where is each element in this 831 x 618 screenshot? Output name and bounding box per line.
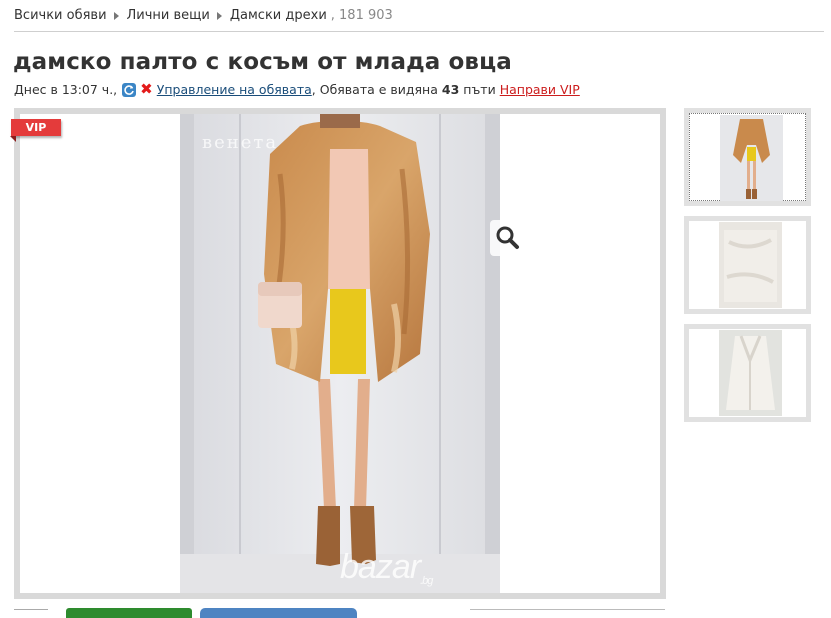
watermark-brand-text: bazar	[340, 548, 421, 586]
magnifier-icon[interactable]	[490, 220, 526, 256]
vip-badge: VIP	[10, 119, 61, 142]
page-title: дамско палто с косъм от млада овца	[13, 49, 512, 75]
breadcrumb-arrow-icon	[216, 11, 222, 20]
coat-photo-illustration	[180, 114, 500, 593]
thumbnail-3[interactable]	[684, 324, 811, 422]
breadcrumb: Всички обяви Лични вещи Дамски дрехи , 1…	[14, 8, 393, 23]
refresh-icon[interactable]	[122, 82, 137, 97]
divider-bottom-left	[14, 609, 48, 610]
divider	[14, 31, 824, 32]
views-prefix: , Обявата е видяна	[311, 82, 438, 97]
delete-icon[interactable]: ✖	[140, 82, 153, 97]
breadcrumb-womens-clothes[interactable]: Дамски дрехи	[230, 8, 327, 23]
thumbnail-1[interactable]	[684, 108, 811, 206]
white-coat-thumbnail	[719, 330, 782, 416]
views-count: 43	[441, 82, 460, 97]
contact-button[interactable]	[66, 608, 192, 618]
main-gallery: венета bazar.bg	[14, 108, 666, 599]
listing-count: , 181 903	[330, 8, 393, 23]
manage-listing-link[interactable]: Управление на обявата	[157, 82, 312, 97]
breadcrumb-personal-items[interactable]: Лични вещи	[127, 8, 210, 23]
watermark-brand: bazar.bg	[340, 548, 433, 587]
watermark-tld: .bg	[420, 575, 433, 587]
posted-date: Днес в 13:07 ч.,	[14, 82, 118, 97]
make-vip-link[interactable]: Направи VIP	[500, 82, 580, 97]
white-fur-thumbnail	[719, 222, 782, 308]
gallery-frame: венета bazar.bg	[20, 114, 660, 593]
share-button[interactable]	[200, 608, 357, 618]
coat-front-thumbnail	[720, 115, 783, 201]
breadcrumb-all-ads[interactable]: Всички обяви	[14, 8, 107, 23]
main-photo[interactable]: венета bazar.bg	[180, 114, 500, 593]
listing-meta: Днес в 13:07 ч., ✖ Управление на обявата…	[14, 82, 580, 98]
breadcrumb-arrow-icon	[113, 11, 119, 20]
divider-bottom-right	[470, 609, 665, 610]
thumbnail-2[interactable]	[684, 216, 811, 314]
views-suffix: пъти	[463, 82, 496, 97]
watermark-seller: венета	[202, 132, 279, 153]
